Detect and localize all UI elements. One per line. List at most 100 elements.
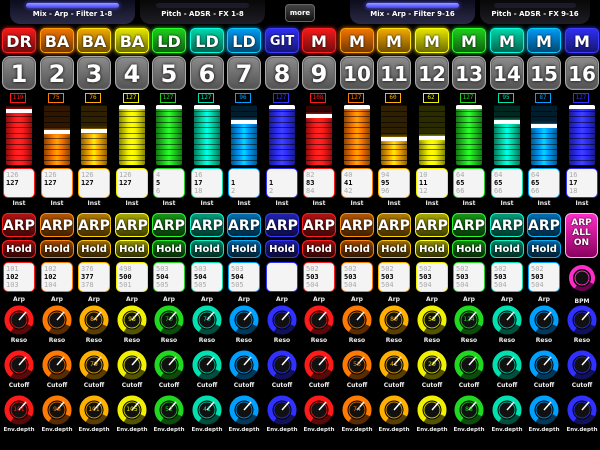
- knob-reso[interactable]: 80: [379, 305, 409, 335]
- arp-pattern-box[interactable]: 498 500 501: [116, 262, 148, 292]
- instrument-select-box[interactable]: 64 65 66: [528, 168, 560, 198]
- volume-fader[interactable]: [569, 105, 595, 165]
- arp-button[interactable]: ARP: [340, 213, 374, 237]
- knob-cutoff[interactable]: [304, 350, 334, 380]
- volume-fader[interactable]: [194, 105, 220, 165]
- fader-handle[interactable]: [231, 120, 257, 124]
- hold-button[interactable]: Hold: [227, 240, 261, 258]
- fader-handle[interactable]: [419, 136, 445, 140]
- instrument-button[interactable]: BA: [115, 28, 149, 53]
- instrument-button[interactable]: LD: [227, 28, 261, 53]
- arp-pattern-box[interactable]: 502 503 504: [491, 262, 523, 292]
- arp-pattern-box[interactable]: 503 504 505: [153, 262, 185, 292]
- knob-reso[interactable]: 70: [154, 305, 184, 335]
- fader-handle[interactable]: [156, 105, 182, 109]
- knob-cutoff[interactable]: [529, 350, 559, 380]
- fader-handle[interactable]: [531, 124, 557, 128]
- arp-pattern-box[interactable]: 503 504 505: [191, 262, 223, 292]
- knob-env[interactable]: 88: [454, 395, 484, 425]
- instrument-select-box[interactable]: 126 127: [116, 168, 148, 198]
- channel-number-button[interactable]: 15: [527, 56, 561, 90]
- instrument-button[interactable]: GIT: [265, 28, 299, 53]
- arp-all-on-button[interactable]: ARP ALL ON: [565, 213, 598, 258]
- instrument-select-box[interactable]: 40 41 42: [341, 168, 373, 198]
- knob-reso[interactable]: [567, 305, 597, 335]
- instrument-select-box[interactable]: 64 65 66: [491, 168, 523, 198]
- arp-pattern-box[interactable]: 101 102 103: [3, 262, 35, 292]
- knob-cutoff[interactable]: 41: [379, 350, 409, 380]
- instrument-button[interactable]: M: [377, 28, 411, 53]
- arp-button[interactable]: ARP: [265, 213, 299, 237]
- instrument-button[interactable]: M: [302, 28, 336, 53]
- hold-button[interactable]: Hold: [115, 240, 149, 258]
- knob-cutoff[interactable]: [229, 350, 259, 380]
- instrument-select-box[interactable]: 126 127: [3, 168, 35, 198]
- knob-env[interactable]: [417, 395, 447, 425]
- hold-button[interactable]: Hold: [490, 240, 524, 258]
- channel-number-button[interactable]: 3: [77, 56, 111, 90]
- arp-button[interactable]: ARP: [190, 213, 224, 237]
- channel-number-button[interactable]: 7: [227, 56, 261, 90]
- instrument-button[interactable]: M: [452, 28, 486, 53]
- knob-cutoff[interactable]: 20: [417, 350, 447, 380]
- knob-cutoff[interactable]: [192, 350, 222, 380]
- channel-number-button[interactable]: 12: [415, 56, 449, 90]
- instrument-button[interactable]: DR: [2, 28, 36, 53]
- knob-env[interactable]: [529, 395, 559, 425]
- knob-cutoff[interactable]: [454, 350, 484, 380]
- hold-button[interactable]: Hold: [40, 240, 74, 258]
- knob-cutoff[interactable]: [154, 350, 184, 380]
- hold-button[interactable]: Hold: [415, 240, 449, 258]
- instrument-select-box[interactable]: 16 17 18: [566, 168, 598, 198]
- knob-cutoff[interactable]: 56: [342, 350, 372, 380]
- channel-number-button[interactable]: 11: [377, 56, 411, 90]
- knob-reso[interactable]: 124: [454, 305, 484, 335]
- knob-env[interactable]: [229, 395, 259, 425]
- arp-pattern-box[interactable]: 502 503 504: [528, 262, 560, 292]
- channel-number-button[interactable]: 10: [340, 56, 374, 90]
- volume-fader[interactable]: [344, 105, 370, 165]
- hold-button[interactable]: Hold: [2, 240, 36, 258]
- knob-env[interactable]: [304, 395, 334, 425]
- knob-cutoff[interactable]: [492, 350, 522, 380]
- volume-fader[interactable]: [269, 105, 295, 165]
- knob-reso[interactable]: [4, 305, 34, 335]
- fader-handle[interactable]: [194, 105, 220, 109]
- hold-button[interactable]: Hold: [190, 240, 224, 258]
- volume-fader[interactable]: [419, 105, 445, 165]
- arp-pattern-box[interactable]: 502 503 504: [378, 262, 410, 292]
- fader-handle[interactable]: [381, 137, 407, 141]
- channel-number-button[interactable]: 1: [2, 56, 36, 90]
- arp-button[interactable]: ARP: [452, 213, 486, 237]
- knob-env[interactable]: [267, 395, 297, 425]
- hold-button[interactable]: Hold: [77, 240, 111, 258]
- fader-handle[interactable]: [6, 109, 32, 113]
- knob-env[interactable]: 74: [342, 395, 372, 425]
- instrument-select-box[interactable]: 12: [228, 168, 260, 198]
- arp-button[interactable]: ARP: [2, 213, 36, 237]
- hold-button[interactable]: Hold: [152, 240, 186, 258]
- instrument-button[interactable]: M: [415, 28, 449, 53]
- arp-button[interactable]: ARP: [115, 213, 149, 237]
- arp-button[interactable]: ARP: [77, 213, 111, 237]
- arp-button[interactable]: ARP: [40, 213, 74, 237]
- instrument-button[interactable]: LD: [190, 28, 224, 53]
- knob-env[interactable]: 52: [154, 395, 184, 425]
- fader-handle[interactable]: [306, 114, 332, 118]
- volume-fader[interactable]: [119, 105, 145, 165]
- hold-button[interactable]: Hold: [452, 240, 486, 258]
- knob-env[interactable]: 41: [192, 395, 222, 425]
- knob-env[interactable]: [379, 395, 409, 425]
- arp-button[interactable]: ARP: [527, 213, 561, 237]
- instrument-button[interactable]: M: [340, 28, 374, 53]
- knob-reso[interactable]: [304, 305, 334, 335]
- fader-handle[interactable]: [456, 105, 482, 109]
- volume-fader[interactable]: [6, 105, 32, 165]
- instrument-select-box[interactable]: 456: [153, 168, 185, 198]
- instrument-select-box[interactable]: 10 11 12: [416, 168, 448, 198]
- knob-reso[interactable]: [342, 305, 372, 335]
- fader-handle[interactable]: [344, 105, 370, 109]
- knob-reso[interactable]: 84: [79, 305, 109, 335]
- knob-reso[interactable]: [42, 305, 72, 335]
- arp-pattern-box[interactable]: 502 503 504: [341, 262, 373, 292]
